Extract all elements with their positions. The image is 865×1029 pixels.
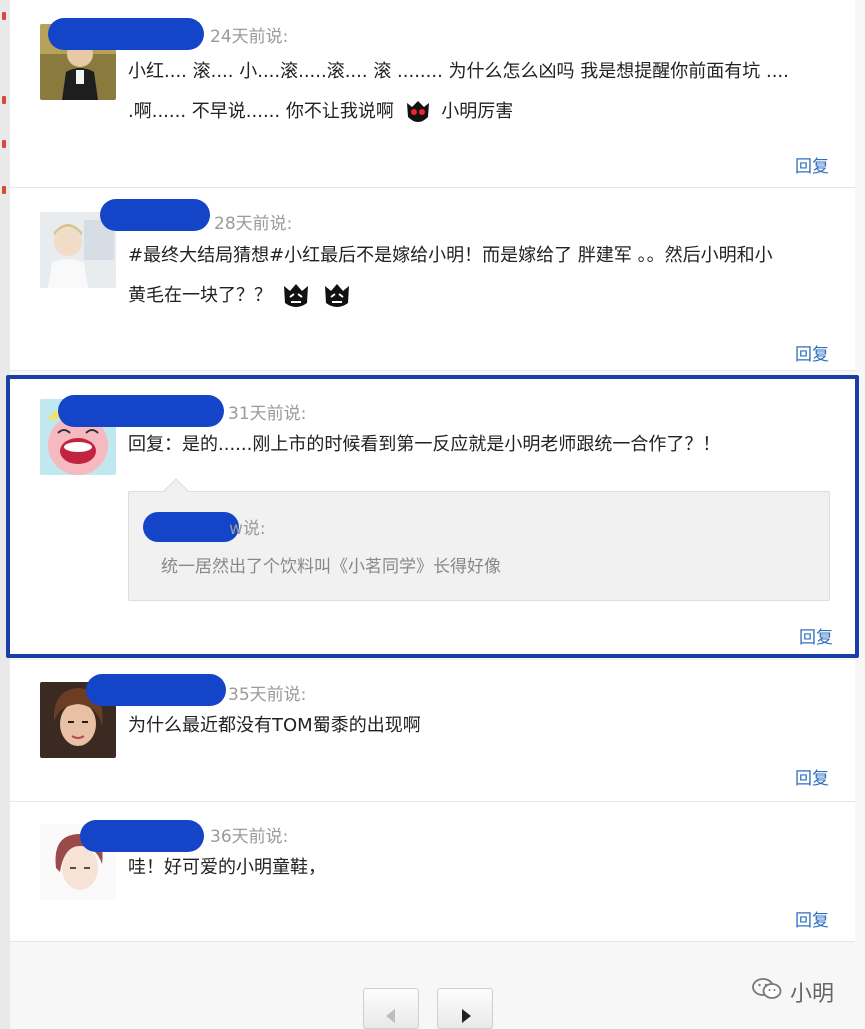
comment-time: 28天前说:	[214, 214, 293, 234]
quote-pointer	[163, 478, 189, 504]
comment-line: .啊...... 不早说...... 你不让我说啊 小明厉害	[128, 92, 789, 132]
comment-line: 小红.... 滚.... 小....滚.....滚.... 滚 ........…	[128, 61, 789, 82]
watermark-label: 小明	[790, 982, 835, 1007]
comment-line: 黄毛在一块了？？	[128, 276, 773, 316]
comment-item: 36天前说: 哇！好可爱的小明童鞋， 回复	[10, 802, 855, 942]
comment-item: 24天前说: 小红.... 滚.... 小....滚.....滚.... 滚 .…	[10, 0, 855, 188]
quote-text: 统一居然出了个饮料叫《小茗同学》长得好像	[161, 557, 501, 577]
comment-text: 哇！好可爱的小明童鞋，	[128, 848, 326, 888]
edge-marker	[2, 12, 6, 20]
comment-item-highlighted: 31天前说: 回复：是的......刚上市的时候看到第一反应就是小明老师跟统一合…	[6, 375, 859, 658]
redacted-username	[100, 199, 210, 231]
wechat-icon	[752, 977, 782, 1007]
devil-face-icon	[281, 281, 311, 311]
redacted-username	[58, 395, 224, 427]
comment-time: 31天前说:	[228, 404, 307, 424]
arrow-left-icon	[386, 1009, 395, 1023]
comment-text: #最终大结局猜想#小红最后不是嫁给小明！而是嫁给了 胖建军 。。然后小明和小 黄…	[128, 236, 773, 316]
prev-page-button[interactable]	[363, 988, 419, 1029]
reply-button[interactable]: 回复	[795, 764, 829, 789]
edge-marker	[2, 186, 6, 194]
comment-text: 回复：是的......刚上市的时候看到第一反应就是小明老师跟统一合作了？！	[128, 425, 720, 465]
comment-item: 35天前说: 为什么最近都没有TOM蜀黍的出现啊 回复	[10, 660, 855, 802]
comment-time: 24天前说:	[210, 27, 289, 47]
reply-button[interactable]: 回复	[799, 623, 833, 648]
reply-button[interactable]: 回复	[795, 906, 829, 931]
account-watermark: 小明	[752, 976, 834, 1008]
comment-time: 36天前说:	[210, 827, 289, 847]
comment-text: 小红.... 滚.... 小....滚.....滚.... 滚 ........…	[128, 52, 789, 132]
devil-face-icon	[322, 281, 352, 311]
reply-button[interactable]: 回复	[795, 152, 829, 177]
edge-marker	[2, 140, 6, 148]
comment-text: 为什么最近都没有TOM蜀黍的出现啊	[128, 706, 421, 746]
comment-line: #最终大结局猜想#小红最后不是嫁给小明！而是嫁给了 胖建军 。。然后小明和小	[128, 245, 773, 266]
quote-author: w说:	[229, 519, 266, 539]
comment-line: 为什么最近都没有TOM蜀黍的出现啊	[128, 715, 421, 736]
comment-item: 28天前说: #最终大结局猜想#小红最后不是嫁给小明！而是嫁给了 胖建军 。。然…	[10, 188, 855, 371]
arrow-right-icon	[462, 1009, 471, 1023]
redacted-username	[86, 674, 226, 706]
comment-line: 哇！好可爱的小明童鞋，	[128, 857, 326, 878]
redacted-username	[48, 18, 204, 50]
next-page-button[interactable]	[437, 988, 493, 1029]
reply-button[interactable]: 回复	[795, 340, 829, 365]
comment-time: 35天前说:	[228, 685, 307, 705]
comment-line: 回复：是的......刚上市的时候看到第一反应就是小明老师跟统一合作了？！	[128, 434, 721, 455]
edge-marker	[2, 96, 6, 104]
quoted-comment: w说: 统一居然出了个饮料叫《小茗同学》长得好像	[128, 478, 830, 601]
devil-face-icon	[403, 97, 433, 127]
redacted-username	[143, 512, 239, 542]
